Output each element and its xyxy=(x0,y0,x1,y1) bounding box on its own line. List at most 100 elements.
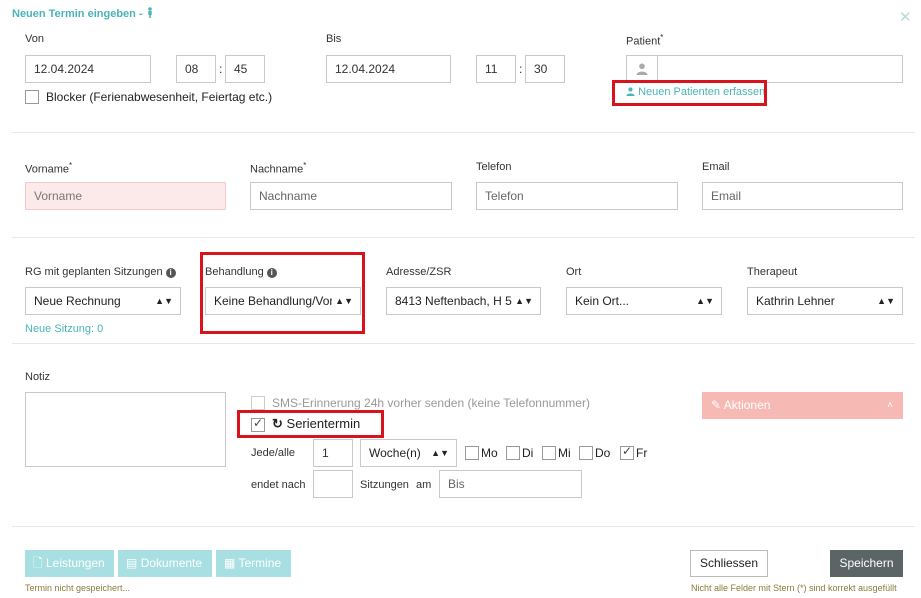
sort-arrows-icon: ▲▼ xyxy=(877,296,895,306)
therapeut-select[interactable]: Kathrin Lehner ▲▼ xyxy=(747,287,903,315)
chevron-up-icon: ˄ xyxy=(887,400,893,411)
ort-label: Ort xyxy=(566,266,582,278)
document-icon: ▤ xyxy=(126,556,138,570)
sort-arrows-icon: ▲▼ xyxy=(155,296,173,306)
nachname-label: Nachname* xyxy=(250,161,306,176)
sitzungen-count-input[interactable] xyxy=(313,470,353,498)
section-divider-3 xyxy=(12,343,915,344)
von-hour-input[interactable]: 08 xyxy=(176,55,216,83)
day-fr-checkbox[interactable] xyxy=(620,444,634,460)
rg-select[interactable]: Neue Rechnung ▲▼ xyxy=(25,287,181,315)
adresse-label: Adresse/ZSR xyxy=(386,266,452,278)
von-minute-input[interactable]: 45 xyxy=(225,55,265,83)
end-date-input[interactable]: Bis xyxy=(439,470,582,498)
von-time-colon: : xyxy=(219,62,223,76)
notiz-label: Notiz xyxy=(25,371,51,383)
vorname-input[interactable]: Vorname xyxy=(25,182,226,210)
patient-label-text: Patient xyxy=(626,35,661,48)
jede-label: Jede/alle xyxy=(251,447,296,459)
rg-label-text: RG mit geplanten Sitzungen xyxy=(25,266,163,278)
section-divider-4 xyxy=(12,526,915,527)
aktionen-button[interactable]: ✎ Aktionen ˄ xyxy=(702,392,903,419)
nachname-input[interactable]: Nachname xyxy=(250,182,452,210)
email-label: Email xyxy=(702,161,730,173)
day-mi-label: Mi xyxy=(558,446,571,460)
interval-select-value: Woche(n) xyxy=(369,446,421,460)
rg-label: RG mit geplanten Sitzungen i xyxy=(25,266,176,278)
section-divider-2 xyxy=(12,237,915,238)
vorname-label-text: Vorname xyxy=(25,163,70,176)
close-icon[interactable]: ✕ xyxy=(899,8,912,26)
dokumente-label: Dokumente xyxy=(140,556,203,570)
sms-label: SMS-Erinnerung 24h vorher senden (keine … xyxy=(272,396,590,410)
modal-title-text: Neuen Termin eingeben xyxy=(12,8,136,20)
day-fr-label: Fr xyxy=(636,446,648,460)
info-icon[interactable]: i xyxy=(165,268,176,278)
blocker-label: Blocker (Ferienabwesenheit, Feiertag etc… xyxy=(46,90,273,104)
am-label: am xyxy=(416,479,432,491)
sort-arrows-icon: ▲▼ xyxy=(431,448,449,458)
vorname-required-mark: * xyxy=(69,161,73,170)
leistungen-button[interactable]: 🗋 Leistungen xyxy=(25,550,114,577)
day-mo-label: Mo xyxy=(481,446,498,460)
sort-arrows-icon: ▲▼ xyxy=(512,288,533,314)
patient-label: Patient* xyxy=(626,33,663,48)
user-icon xyxy=(636,63,648,75)
therapeut-select-value: Kathrin Lehner xyxy=(756,294,835,308)
modal-title: Neuen Termin eingeben - xyxy=(12,7,154,20)
patient-required-mark: * xyxy=(660,33,664,42)
highlight-serientermin xyxy=(237,410,384,438)
section-divider-1 xyxy=(12,132,915,133)
jede-input[interactable]: 1 xyxy=(313,439,353,467)
day-di-checkbox[interactable] xyxy=(506,446,520,460)
bis-label: Bis xyxy=(326,33,342,45)
bis-hour-input[interactable]: 11 xyxy=(476,55,516,83)
bis-date-input[interactable]: 12.04.2024 xyxy=(326,55,451,83)
endet-label: endet nach xyxy=(251,479,306,491)
ort-select[interactable]: Kein Ort... ▲▼ xyxy=(566,287,722,315)
ort-select-value: Kein Ort... xyxy=(575,294,630,308)
sort-arrows-icon: ▲▼ xyxy=(696,296,714,306)
adresse-select-value: 8413 Neftenbach, H 59 xyxy=(395,294,519,308)
day-di-label: Di xyxy=(522,446,534,460)
termine-label: Termine xyxy=(238,556,282,570)
file-icon: 🗋 xyxy=(33,556,43,570)
vorname-label: Vorname* xyxy=(25,161,72,176)
nachname-required-mark: * xyxy=(303,161,307,170)
von-label: Von xyxy=(25,33,44,45)
bis-time-colon: : xyxy=(519,62,523,76)
email-input[interactable]: Email xyxy=(702,182,903,210)
neue-sitzung-link[interactable]: Neue Sitzung: 0 xyxy=(25,323,103,335)
speichern-button[interactable]: Speichern xyxy=(830,550,903,577)
day-mo-checkbox[interactable] xyxy=(465,446,479,460)
highlight-new-patient xyxy=(612,80,767,106)
von-date-input[interactable]: 12.04.2024 xyxy=(25,55,151,83)
calendar-icon: ▦ xyxy=(224,556,236,570)
telefon-input[interactable]: Telefon xyxy=(476,182,678,210)
person-icon xyxy=(147,7,152,18)
bis-minute-input[interactable]: 30 xyxy=(525,55,565,83)
sms-checkbox[interactable] xyxy=(251,396,265,410)
therapeut-label: Therapeut xyxy=(747,266,798,278)
nachname-label-text: Nachname xyxy=(250,163,304,176)
modal-title-sep: - xyxy=(138,8,143,20)
interval-select[interactable]: Woche(n) ▲▼ xyxy=(360,439,457,467)
telefon-label: Telefon xyxy=(476,161,512,173)
not-saved-text: Termin nicht gespeichert... xyxy=(25,583,131,593)
day-do-checkbox[interactable] xyxy=(579,446,593,460)
dokumente-button[interactable]: ▤ Dokumente xyxy=(118,550,212,577)
edit-icon: ✎ xyxy=(711,398,722,412)
leistungen-label: Leistungen xyxy=(46,556,105,570)
highlight-behandlung xyxy=(200,252,365,334)
notiz-textarea[interactable] xyxy=(25,392,226,467)
rg-select-value: Neue Rechnung xyxy=(34,294,121,308)
schliessen-button[interactable]: Schliessen xyxy=(690,550,768,577)
blocker-checkbox[interactable] xyxy=(25,90,39,104)
termine-button[interactable]: ▦ Termine xyxy=(216,550,291,577)
validation-message: Nicht alle Felder mit Stern (*) sind kor… xyxy=(691,583,897,593)
patient-avatar-addon xyxy=(626,55,658,83)
day-mi-checkbox[interactable] xyxy=(542,446,556,460)
sitzungen-label: Sitzungen xyxy=(360,479,409,491)
adresse-select[interactable]: 8413 Neftenbach, H 59 ▲▼ xyxy=(386,287,541,315)
patient-search-input[interactable] xyxy=(657,55,903,83)
